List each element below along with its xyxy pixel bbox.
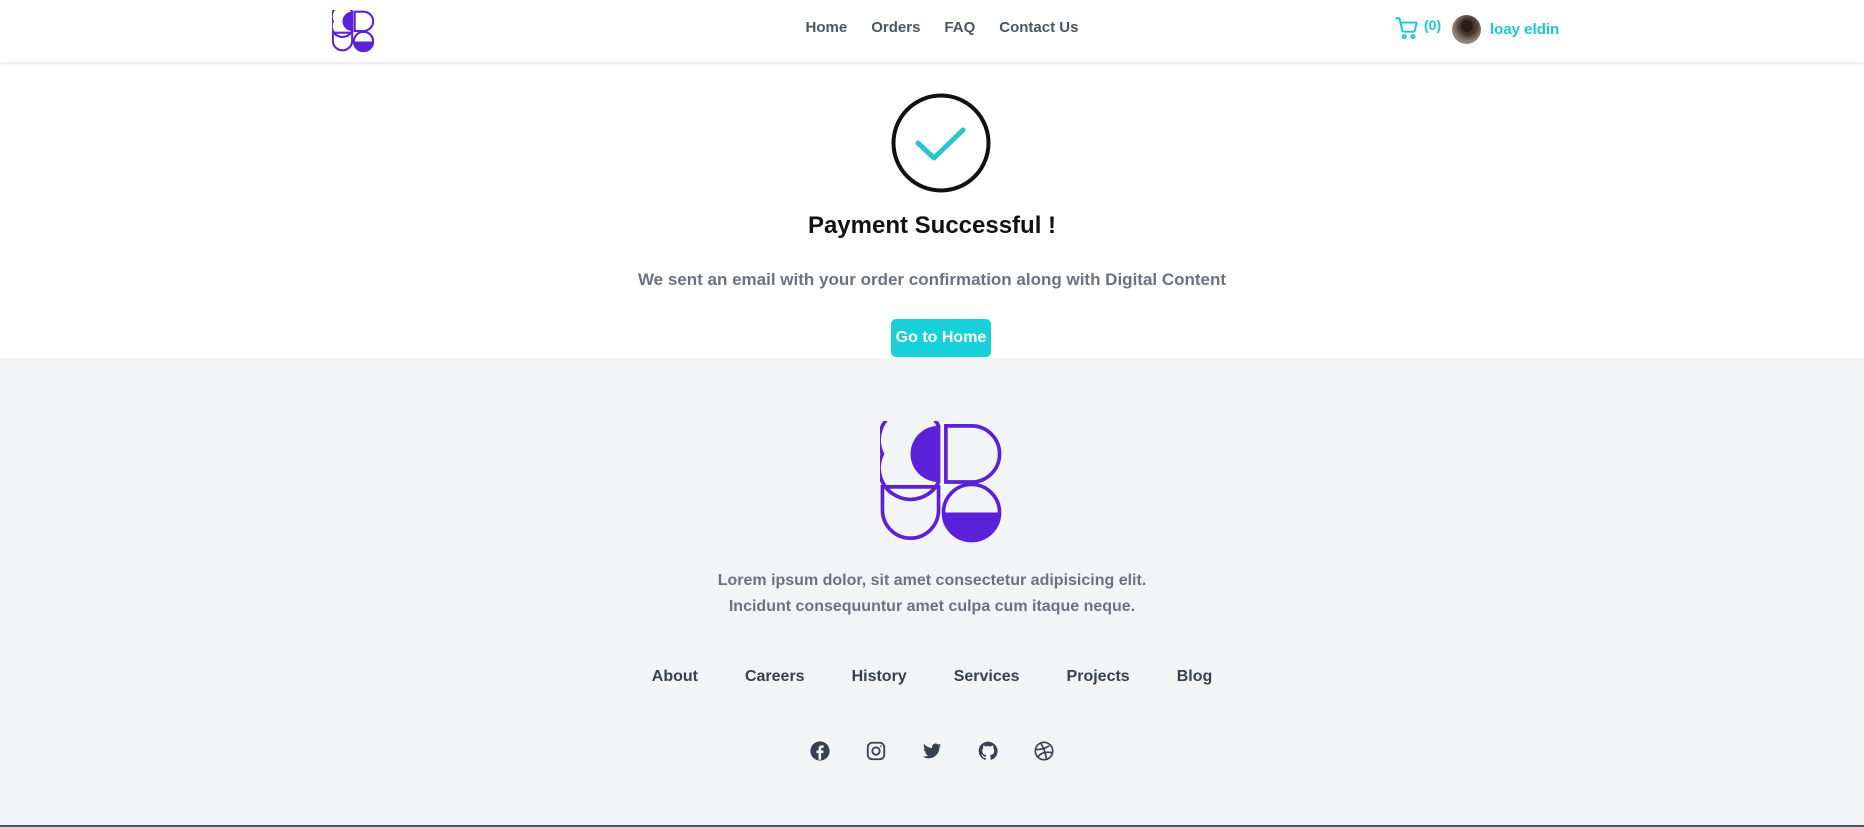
cart-icon: [1395, 17, 1418, 40]
footer-description: Lorem ipsum dolor, sit amet consectetur …: [0, 568, 1864, 620]
footer-link-projects[interactable]: Projects: [1067, 668, 1130, 686]
footer-description-line: Incidunt consequuntur amet culpa cum ita…: [728, 598, 1136, 615]
facebook-icon[interactable]: [809, 740, 831, 762]
footer-description-line: Lorem ipsum dolor, sit amet consectetur …: [717, 572, 1147, 589]
main-nav: Home Orders FAQ Contact Us: [0, 19, 1864, 36]
user-name[interactable]: loay eldin: [1490, 21, 1559, 38]
footer-link-blog[interactable]: Blog: [1177, 668, 1213, 686]
footer-link-history[interactable]: History: [852, 668, 907, 686]
cart-button[interactable]: (0): [1394, 15, 1441, 41]
check-circle-icon: [891, 93, 991, 193]
go-to-home-button[interactable]: Go to Home: [891, 319, 991, 357]
nav-contact-us[interactable]: Contact Us: [999, 19, 1078, 36]
footer-link-services[interactable]: Services: [954, 668, 1020, 686]
dribbble-icon[interactable]: [1033, 740, 1055, 762]
instagram-icon[interactable]: [865, 740, 887, 762]
confirmation-message: We sent an email with your order confirm…: [637, 270, 1227, 289]
github-icon[interactable]: [977, 740, 999, 762]
footer-brand-logo: [880, 421, 1002, 543]
page-title: Payment Successful !: [807, 212, 1057, 239]
payment-success-section: Payment Successful ! We sent an email wi…: [0, 62, 1864, 358]
footer-link-careers[interactable]: Careers: [745, 668, 805, 686]
social-links: [0, 740, 1864, 762]
top-navbar: Home Orders FAQ Contact Us (0) loay eldi…: [0, 0, 1864, 62]
nav-orders[interactable]: Orders: [871, 19, 920, 36]
twitter-icon[interactable]: [921, 740, 943, 762]
nav-faq[interactable]: FAQ: [944, 19, 975, 36]
footer-link-about[interactable]: About: [652, 668, 698, 686]
cart-count: (0): [1424, 17, 1442, 33]
footer-nav: About Careers History Services Projects …: [0, 668, 1864, 686]
footer: Lorem ipsum dolor, sit amet consectetur …: [0, 358, 1864, 827]
nav-home[interactable]: Home: [806, 19, 848, 36]
avatar[interactable]: [1452, 15, 1481, 44]
user-menu[interactable]: loay eldin: [1452, 15, 1559, 44]
